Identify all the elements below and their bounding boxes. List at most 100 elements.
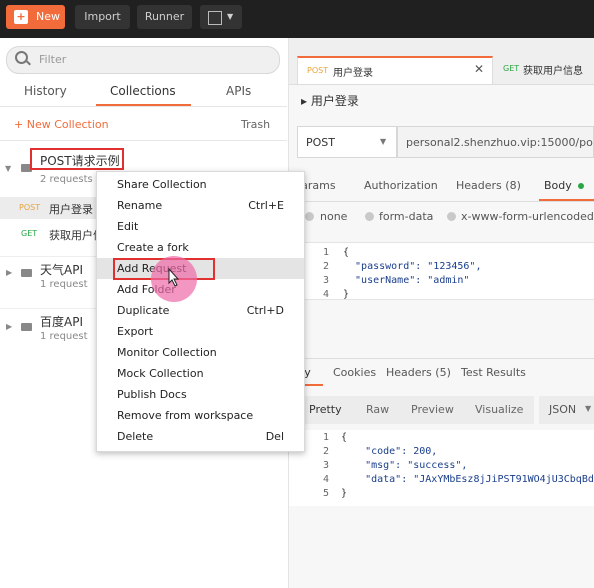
url-input[interactable]: personal2.shenzhuo.vip:15000/postma <box>397 126 594 158</box>
menu-item-label: Duplicate <box>117 304 170 317</box>
code-line: "code": 200, <box>341 446 438 457</box>
radio-urlencoded-label: x-www-form-urlencoded <box>461 210 594 223</box>
request-name: 用户登录 <box>49 203 93 216</box>
tab-apis[interactable]: APIs <box>226 84 251 98</box>
response-tab-test-results[interactable]: Test Results <box>461 366 526 379</box>
request-pane: POST 用户登录 ✕ GET 获取用户信息 ▸ 用户登录 POST ▼ per… <box>283 38 594 588</box>
tab-body-label: Body <box>544 179 572 192</box>
tab-history[interactable]: History <box>24 84 67 98</box>
radio-none[interactable] <box>305 212 314 221</box>
menu-item-add-folder[interactable]: Add Folder <box>97 279 304 300</box>
collection-count: 1 request <box>40 279 88 290</box>
menu-item-edit[interactable]: Edit <box>97 216 304 237</box>
code-line: "userName": "admin" <box>343 275 470 286</box>
new-collection-button[interactable]: + New Collection <box>14 118 109 131</box>
tab-body[interactable]: Body <box>544 179 585 192</box>
top-bar: + New Import Runner ▼ <box>0 0 594 38</box>
view-visualize[interactable]: Visualize <box>475 403 523 416</box>
menu-item-shortcut: Del <box>265 430 284 443</box>
menu-item-publish-docs[interactable]: Publish Docs <box>97 384 304 405</box>
radio-urlencoded[interactable] <box>447 212 456 221</box>
folder-icon <box>21 269 32 277</box>
url-value: personal2.shenzhuo.vip:15000/postma <box>406 136 593 149</box>
view-raw[interactable]: Raw <box>366 403 389 416</box>
radio-form-data[interactable] <box>365 212 374 221</box>
menu-item-monitor-collection[interactable]: Monitor Collection <box>97 342 304 363</box>
chevron-down-icon: ▼ <box>380 137 387 146</box>
runner-button[interactable]: Runner <box>137 5 192 29</box>
radio-form-data-label: form-data <box>379 210 434 223</box>
code-line: { <box>341 432 348 443</box>
close-icon[interactable]: ✕ <box>474 62 484 76</box>
collection-name: POST请求示例 <box>40 154 120 168</box>
format-value: JSON <box>549 403 577 416</box>
request-method: POST <box>19 203 41 212</box>
menu-item-shortcut: Ctrl+D <box>246 304 284 317</box>
collection-count: 1 request <box>40 331 88 342</box>
new-label: New <box>36 10 60 23</box>
chevron-right-icon: ▶ <box>6 268 13 277</box>
tab-collections[interactable]: Collections <box>110 84 176 98</box>
plus-icon: + <box>14 10 28 24</box>
view-preview[interactable]: Preview <box>411 403 454 416</box>
menu-item-share-collection[interactable]: Share Collection <box>97 174 304 195</box>
tab-method: GET <box>503 64 520 73</box>
menu-item-label: Mock Collection <box>117 367 204 380</box>
tab-authorization[interactable]: Authorization <box>364 179 438 192</box>
menu-item-export[interactable]: Export <box>97 321 304 342</box>
request-breadcrumb: ▸ 用户登录 <box>301 94 359 108</box>
filter-placeholder: Filter <box>39 53 67 66</box>
response-divider <box>289 358 594 359</box>
chevron-right-icon: ▶ <box>6 322 13 331</box>
tab-method: POST <box>307 66 329 75</box>
menu-item-label: Share Collection <box>117 178 207 191</box>
mouse-cursor-icon <box>168 268 180 287</box>
chevron-down-icon: ▼ <box>585 404 592 413</box>
tabs-divider <box>0 106 287 107</box>
menu-item-rename[interactable]: Rename Ctrl+E <box>97 195 304 216</box>
active-dot-icon <box>578 183 585 189</box>
trash-button[interactable]: Trash <box>241 118 270 131</box>
new-button[interactable]: + New <box>6 5 65 29</box>
request-body-editor[interactable]: 1 2 3 4 { "password": "123456", "userNam… <box>289 242 594 300</box>
folder-icon <box>21 323 32 331</box>
format-select[interactable]: JSON ▼ <box>539 396 594 424</box>
menu-item-shortcut: Ctrl+E <box>248 199 284 212</box>
menu-item-label: Rename <box>117 199 163 212</box>
response-body: 1 2 3 4 5 { "code": 200, "msg": "success… <box>289 430 594 506</box>
response-tab-headers[interactable]: Headers (5) <box>386 366 451 379</box>
menu-item-label: Delete <box>117 430 154 443</box>
menu-item-mock-collection[interactable]: Mock Collection <box>97 363 304 384</box>
menu-item-duplicate[interactable]: Duplicate Ctrl+D <box>97 300 304 321</box>
tabs-divider <box>289 201 594 202</box>
line-number: 4 <box>322 474 329 485</box>
tab-name: 获取用户信息 <box>523 66 583 77</box>
tab-headers[interactable]: Headers (8) <box>456 179 521 192</box>
menu-item-create-fork[interactable]: Create a fork <box>97 237 304 258</box>
menu-item-label: Export <box>117 325 154 338</box>
chevron-down-icon: ▼ <box>227 12 234 21</box>
code-line: } <box>341 488 348 499</box>
new-window-icon <box>208 11 222 25</box>
menu-item-remove-from-workspace[interactable]: Remove from workspace <box>97 405 304 426</box>
response-tab-cookies[interactable]: Cookies <box>333 366 376 379</box>
collection-count: 2 requests <box>40 174 93 185</box>
radio-none-label: none <box>320 210 348 223</box>
request-tab-active[interactable]: POST 用户登录 ✕ <box>297 56 493 84</box>
method-select[interactable]: POST ▼ <box>297 126 397 158</box>
request-method: GET <box>21 229 38 238</box>
new-tab-dropdown-button[interactable]: ▼ <box>200 5 242 29</box>
context-menu: Share Collection Rename Ctrl+E Edit Crea… <box>96 171 305 452</box>
request-tab[interactable]: GET 获取用户信息 <box>495 56 594 84</box>
code-line: } <box>343 289 350 300</box>
view-pretty[interactable]: Pretty <box>309 403 342 416</box>
code-line: "password": "123456", <box>343 261 482 272</box>
menu-item-label: Publish Docs <box>117 388 187 401</box>
menu-item-label: Remove from workspace <box>117 409 254 422</box>
import-button[interactable]: Import <box>75 5 130 29</box>
filter-input[interactable]: Filter <box>6 46 280 74</box>
menu-item-delete[interactable]: Delete Del <box>97 426 304 447</box>
menu-item-label: Create a fork <box>117 241 189 254</box>
search-icon-handle <box>26 60 31 66</box>
tab-name: 用户登录 <box>333 68 373 79</box>
